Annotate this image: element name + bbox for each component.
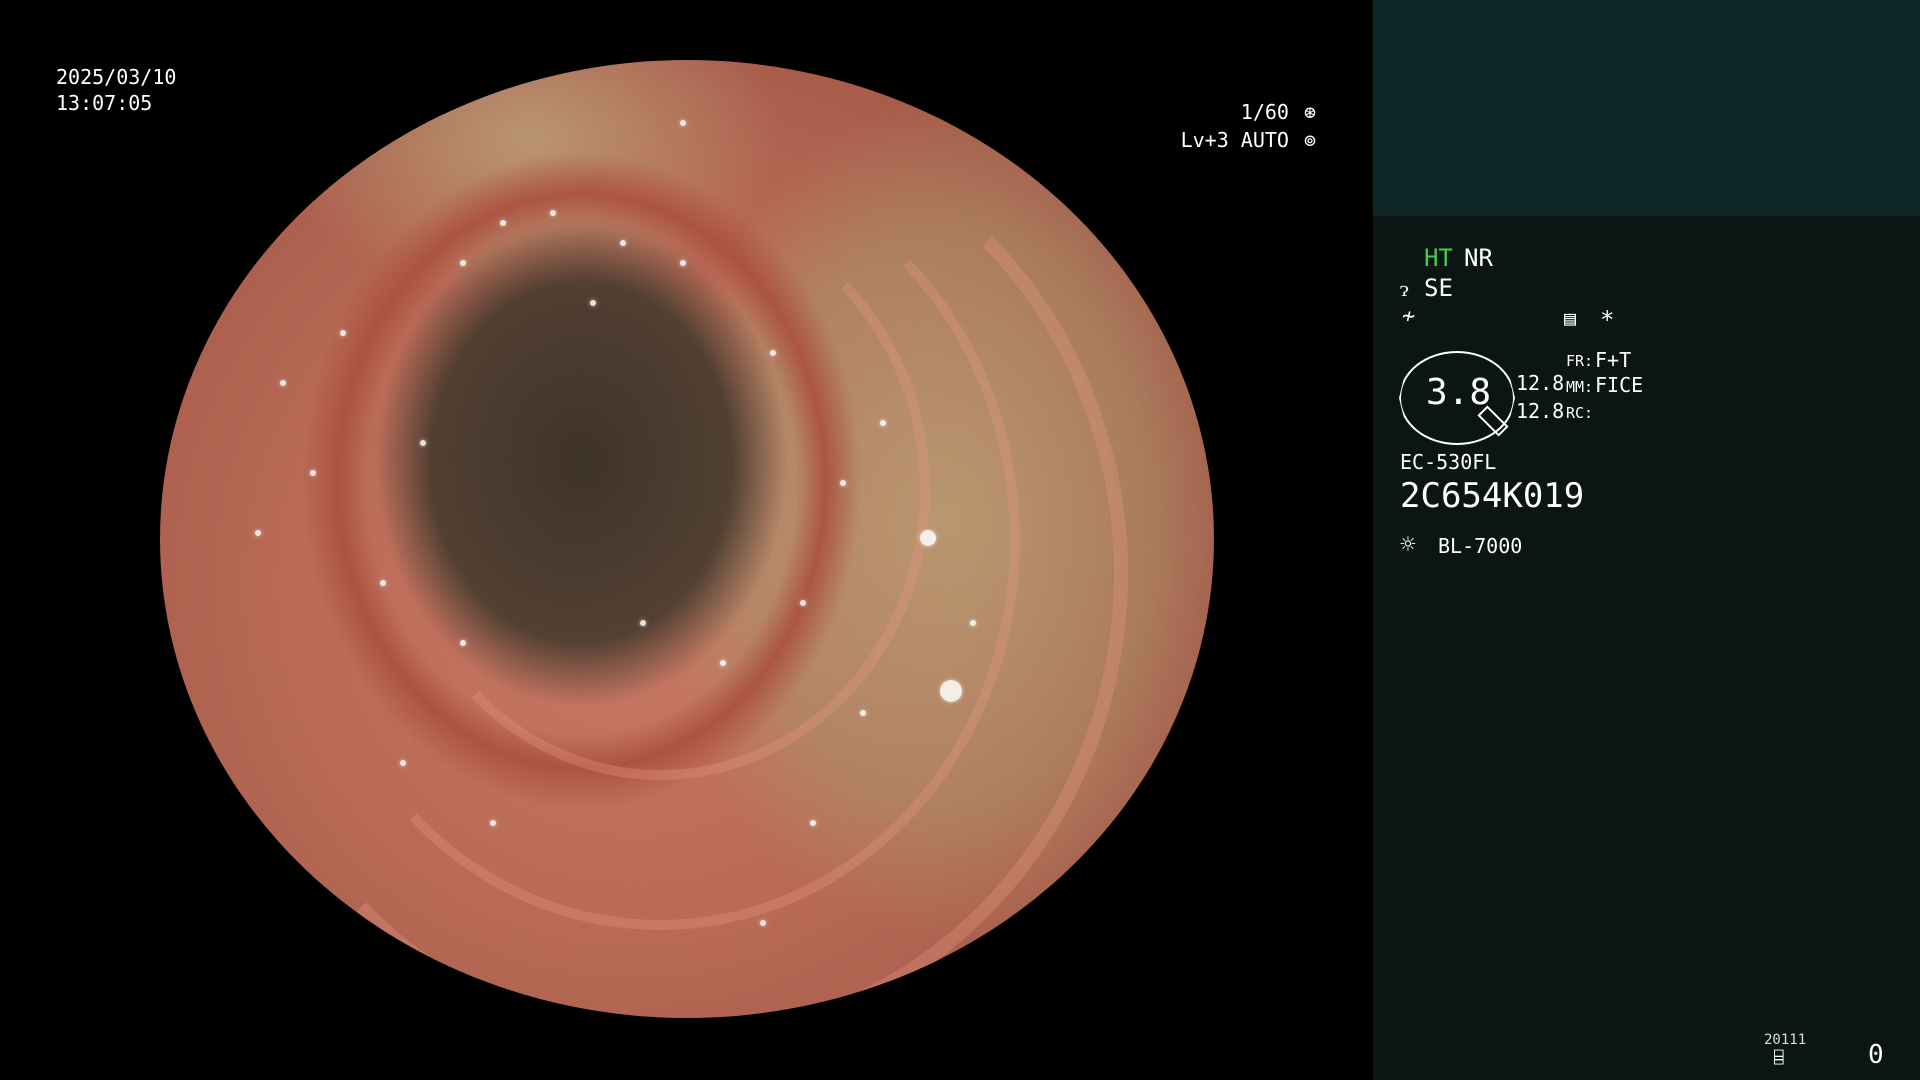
mm-label: MM: xyxy=(1566,378,1594,396)
lens-value: 3.8 xyxy=(1426,372,1492,413)
asterisk-indicator: * xyxy=(1600,306,1615,334)
scope-serial: 2C654K019 xyxy=(1400,476,1585,516)
shutter-label: 1/60 xyxy=(1240,100,1289,124)
mm-value: FICE xyxy=(1595,373,1644,397)
scope-bend-icon: ɂ xyxy=(1400,277,1409,302)
level-label: Lv+3 AUTO xyxy=(1180,128,1289,152)
exposure-info: 1/60 ⊛ Lv+3 AUTO ⊚ xyxy=(1181,98,1319,154)
light-source-label: BL-7000 xyxy=(1438,534,1523,558)
storage-count: 20111 xyxy=(1764,1032,1807,1048)
iris-icon: ⊚ xyxy=(1303,128,1317,152)
endoscopic-image xyxy=(160,60,1214,1018)
menu-icon: ▤ xyxy=(1564,306,1577,330)
ht-indicator: HT xyxy=(1424,244,1453,272)
nr-indicator: NR xyxy=(1464,244,1493,272)
light-source-icon: ☼ xyxy=(1400,530,1416,560)
zoom-value-2: 12.8 xyxy=(1516,399,1565,423)
date-time: 2025/03/10 13:07:05 xyxy=(56,64,176,116)
image-counter: 0 xyxy=(1868,1040,1884,1070)
storage-icon: ⌸ xyxy=(1774,1048,1784,1067)
aperture-icon: ⊛ xyxy=(1303,100,1317,124)
se-indicator: SE xyxy=(1424,274,1453,302)
fr-value: F+T xyxy=(1595,348,1632,372)
freeze-icon: ≁ xyxy=(1402,304,1416,329)
rc-label: RC: xyxy=(1566,404,1594,422)
date-label: 2025/03/10 xyxy=(56,65,177,89)
fr-label: FR: xyxy=(1566,352,1594,370)
zoom-value-1: 12.8 xyxy=(1516,371,1565,395)
endoscopy-screen: 2025/03/10 13:07:05 1/60 ⊛ Lv+3 AUTO ⊚ H… xyxy=(0,0,1920,1080)
scope-model: EC-530FL xyxy=(1400,450,1497,474)
time-label: 13:07:05 xyxy=(56,91,153,115)
panel-header-area xyxy=(1373,0,1920,216)
